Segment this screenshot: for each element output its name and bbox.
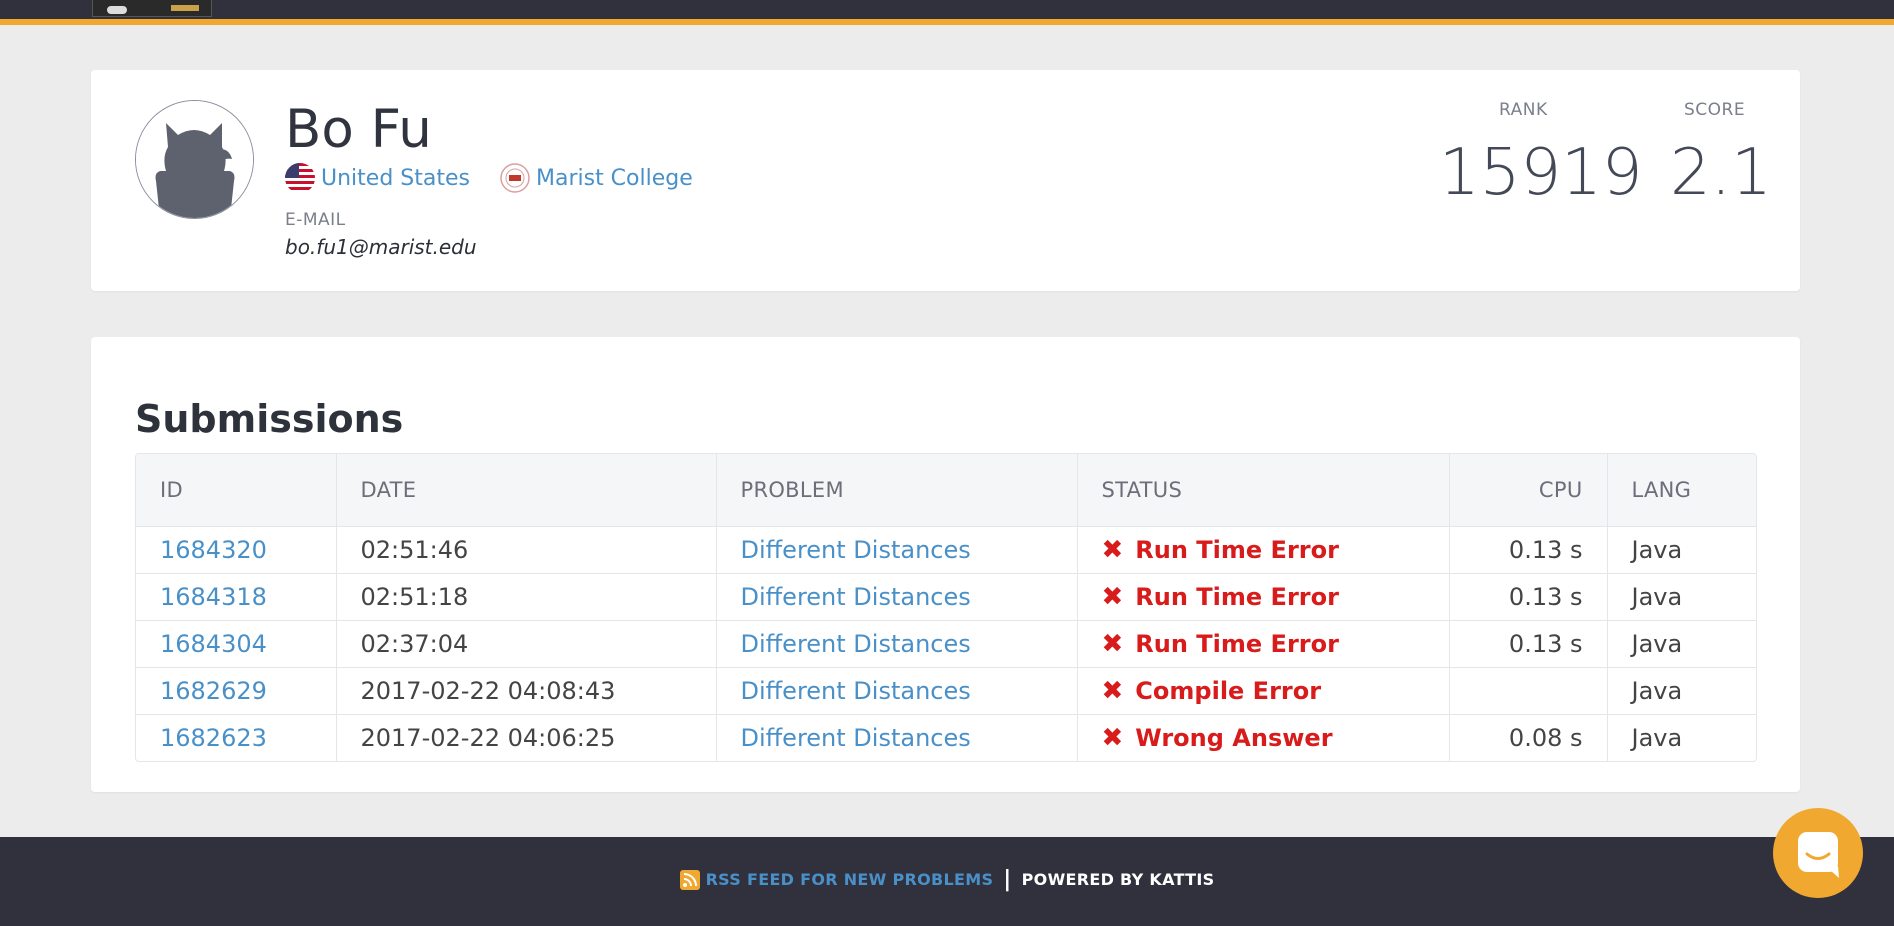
us-flag-icon [285,163,315,193]
table-row: 1684320 02:51:46 Different Distances ✖ Ru… [136,526,1756,573]
problem-link[interactable]: Different Distances [716,620,1078,667]
rss-feed-link[interactable]: RSS FEED FOR NEW PROBLEMS [706,870,994,889]
submission-date: 02:51:46 [336,526,717,573]
score-value: 2.1 [1670,136,1772,210]
table-header-row: ID DATE PROBLEM STATUS CPU LANG [136,454,1756,526]
top-navbar [0,0,1894,19]
status-text: Run Time Error [1135,629,1339,658]
column-header-id[interactable]: ID [136,454,337,526]
submission-date: 2017-02-22 04:06:25 [336,714,717,761]
submission-id-link[interactable]: 1684318 [136,573,337,620]
rank-value: 15919 [1439,136,1643,210]
error-x-icon: ✖ [1101,722,1124,753]
column-header-date[interactable]: DATE [336,454,717,526]
problem-link[interactable]: Different Distances [716,667,1078,714]
status-text: Run Time Error [1135,535,1339,564]
submission-id-link[interactable]: 1684304 [136,620,337,667]
submission-status: ✖ Run Time Error [1077,620,1450,667]
submission-cpu: 0.13 s [1449,620,1608,667]
score-label: SCORE [1684,100,1746,120]
table-row: 1684304 02:37:04 Different Distances ✖ Ru… [136,620,1756,667]
submissions-table: ID DATE PROBLEM STATUS CPU LANG 1684320 … [135,453,1757,762]
email-label: E-MAIL [285,210,346,230]
country-link[interactable]: United States [321,166,470,191]
submission-status: ✖ Wrong Answer [1077,714,1450,761]
chat-icon [1798,832,1839,878]
submission-cpu: 0.13 s [1449,573,1608,620]
problem-link[interactable]: Different Distances [716,526,1078,573]
column-header-problem[interactable]: PROBLEM [716,454,1078,526]
footer-separator: | [1003,867,1012,892]
submission-lang: Java [1631,676,1683,705]
email-value: bo.fu1@marist.edu [285,235,477,259]
error-x-icon: ✖ [1101,628,1124,659]
profile-card: Bo Fu United States Marist College E-MAI… [91,70,1800,291]
submission-date: 02:51:18 [336,573,717,620]
status-text: Wrong Answer [1135,723,1333,752]
submissions-title: Submissions [135,397,404,441]
submission-cpu [1449,667,1608,714]
column-header-status[interactable]: STATUS [1077,454,1450,526]
submission-lang: Java [1631,582,1683,611]
submission-lang: Java [1631,629,1683,658]
footer-links: RSS FEED FOR NEW PROBLEMS | POWERED BY K… [0,867,1894,892]
rank-label: RANK [1499,100,1548,120]
navbar-accent-stripe [0,19,1894,25]
footer: RSS FEED FOR NEW PROBLEMS | POWERED BY K… [0,837,1894,926]
submission-status: ✖ Run Time Error [1077,573,1450,620]
column-header-cpu[interactable]: CPU [1449,454,1608,526]
site-logo[interactable] [92,0,212,17]
error-x-icon: ✖ [1101,581,1124,612]
submission-cpu: 0.13 s [1449,526,1608,573]
error-x-icon: ✖ [1101,534,1124,565]
submission-status: ✖ Run Time Error [1077,526,1450,573]
problem-link[interactable]: Different Distances [716,573,1078,620]
submission-date: 2017-02-22 04:08:43 [336,667,717,714]
table-row: 1684318 02:51:18 Different Distances ✖ Ru… [136,573,1756,620]
submission-cpu: 0.08 s [1449,714,1608,761]
submission-id-link[interactable]: 1682623 [136,714,337,761]
table-row: 1682623 2017-02-22 04:06:25 Different Di… [136,714,1756,761]
submission-date: 02:37:04 [336,620,717,667]
submissions-card: Submissions ID DATE PROBLEM STATUS CPU L… [91,337,1800,792]
submission-lang: Java [1631,535,1683,564]
submission-lang: Java [1631,723,1683,752]
powered-by-text: POWERED BY KATTIS [1021,870,1215,889]
submission-id-link[interactable]: 1684320 [136,526,337,573]
college-seal-icon [500,163,530,193]
error-x-icon: ✖ [1101,675,1124,706]
status-text: Compile Error [1135,676,1322,705]
column-header-lang[interactable]: LANG [1607,454,1756,526]
submission-status: ✖ Compile Error [1077,667,1450,714]
affiliation-row: United States Marist College [285,162,693,194]
table-row: 1682629 2017-02-22 04:08:43 Different Di… [136,667,1756,714]
user-name: Bo Fu [285,99,432,160]
avatar [135,100,254,219]
status-text: Run Time Error [1135,582,1339,611]
chat-launcher-button[interactable] [1773,808,1863,898]
school-link[interactable]: Marist College [536,166,693,191]
problem-link[interactable]: Different Distances [716,714,1078,761]
submission-id-link[interactable]: 1682629 [136,667,337,714]
rss-icon[interactable] [679,869,700,890]
